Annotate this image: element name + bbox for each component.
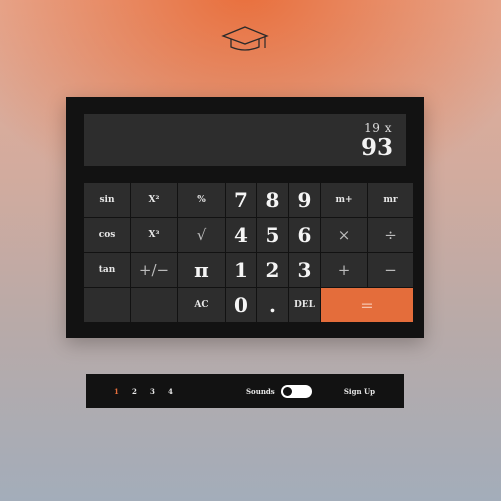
expression-text: 19 x [364, 121, 392, 135]
key-3[interactable]: 3 [289, 253, 320, 287]
key-decimal[interactable]: . [257, 288, 288, 322]
key-multiply[interactable]: × [321, 218, 367, 252]
sounds-label: Sounds [246, 386, 275, 396]
key-memory-add[interactable]: m+ [321, 183, 367, 217]
key-pi[interactable]: π [178, 253, 225, 287]
footer-bar: 1234 Sounds Sign Up [86, 374, 404, 408]
key-percent[interactable]: % [178, 183, 225, 217]
key-8[interactable]: 8 [257, 183, 288, 217]
key-cube[interactable]: X³ [131, 218, 177, 252]
key-memory-recall[interactable]: mr [368, 183, 413, 217]
page-2[interactable]: 2 [132, 387, 150, 396]
key-divide[interactable]: ÷ [368, 218, 413, 252]
page-selector: 1234 [114, 387, 186, 396]
key-blank-2[interactable] [131, 288, 177, 322]
calculator: 19 x 93 sin X²% 7 8 9 m+ mr cos X³ √ 4 5 6 × ÷ tan +/− π 1… [66, 97, 424, 338]
page-4[interactable]: 4 [168, 387, 186, 396]
key-5[interactable]: 5 [257, 218, 288, 252]
key-tan[interactable]: tan [84, 253, 130, 287]
page-3[interactable]: 3 [150, 387, 168, 396]
key-negate[interactable]: +/− [131, 253, 177, 287]
key-blank-1[interactable] [84, 288, 130, 322]
key-9[interactable]: 9 [289, 183, 320, 217]
key-add[interactable]: + [321, 253, 367, 287]
key-4[interactable]: 4 [226, 218, 256, 252]
sounds-control: Sounds [246, 384, 312, 398]
key-0[interactable]: 0 [226, 288, 256, 322]
result-text: 93 [360, 134, 393, 161]
key-cos[interactable]: cos [84, 218, 130, 252]
key-2[interactable]: 2 [257, 253, 288, 287]
key-1[interactable]: 1 [226, 253, 256, 287]
graduation-cap-icon [221, 26, 269, 51]
key-sqrt[interactable]: √ [178, 218, 225, 252]
key-subtract[interactable]: − [368, 253, 413, 287]
key-sin[interactable]: sin [84, 183, 130, 217]
key-equals[interactable]: = [321, 288, 413, 322]
toggle-knob [282, 386, 292, 396]
calculator-display: 19 x 93 [84, 114, 406, 166]
sounds-toggle[interactable] [280, 384, 312, 398]
page-1[interactable]: 1 [114, 387, 132, 396]
key-delete[interactable]: DEL [289, 288, 320, 322]
key-6[interactable]: 6 [289, 218, 320, 252]
sign-up-link[interactable]: Sign Up [344, 387, 375, 396]
key-square[interactable]: X² [131, 183, 177, 217]
keypad: sin X²% 7 8 9 m+ mr cos X³ √ 4 5 6 × ÷ tan +/− π 1 2 3 + − AC 0.… [84, 183, 413, 322]
key-7[interactable]: 7 [226, 183, 256, 217]
key-all-clear[interactable]: AC [178, 288, 225, 322]
